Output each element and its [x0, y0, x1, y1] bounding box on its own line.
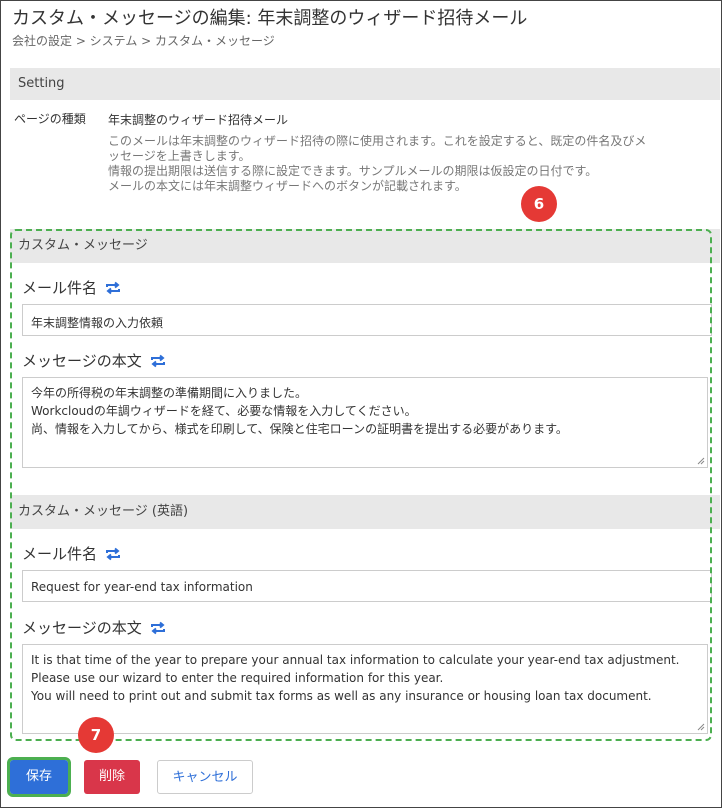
annotation-badge-6: 6 — [521, 186, 557, 222]
breadcrumb[interactable]: 会社の設定 > システム > カスタム・メッセージ — [12, 32, 275, 49]
delete-button[interactable]: 削除 — [84, 760, 140, 794]
page-title: カスタム・メッセージの編集: 年末調整のウィザード招待メール — [12, 8, 528, 29]
page-type-description: このメールは年末調整のウィザード招待の際に使用されます。これを設定すると、既定の… — [108, 134, 647, 193]
page-type-label: ページの種類 — [14, 112, 86, 126]
page-type-value: 年末調整のウィザード招待メール — [108, 113, 289, 127]
save-button[interactable]: 保存 — [7, 757, 71, 797]
cancel-button[interactable]: キャンセル — [157, 760, 253, 794]
annotation-highlight-box — [10, 229, 712, 741]
annotation-badge-7: 7 — [78, 717, 114, 753]
setting-section-header: Setting — [10, 68, 720, 100]
